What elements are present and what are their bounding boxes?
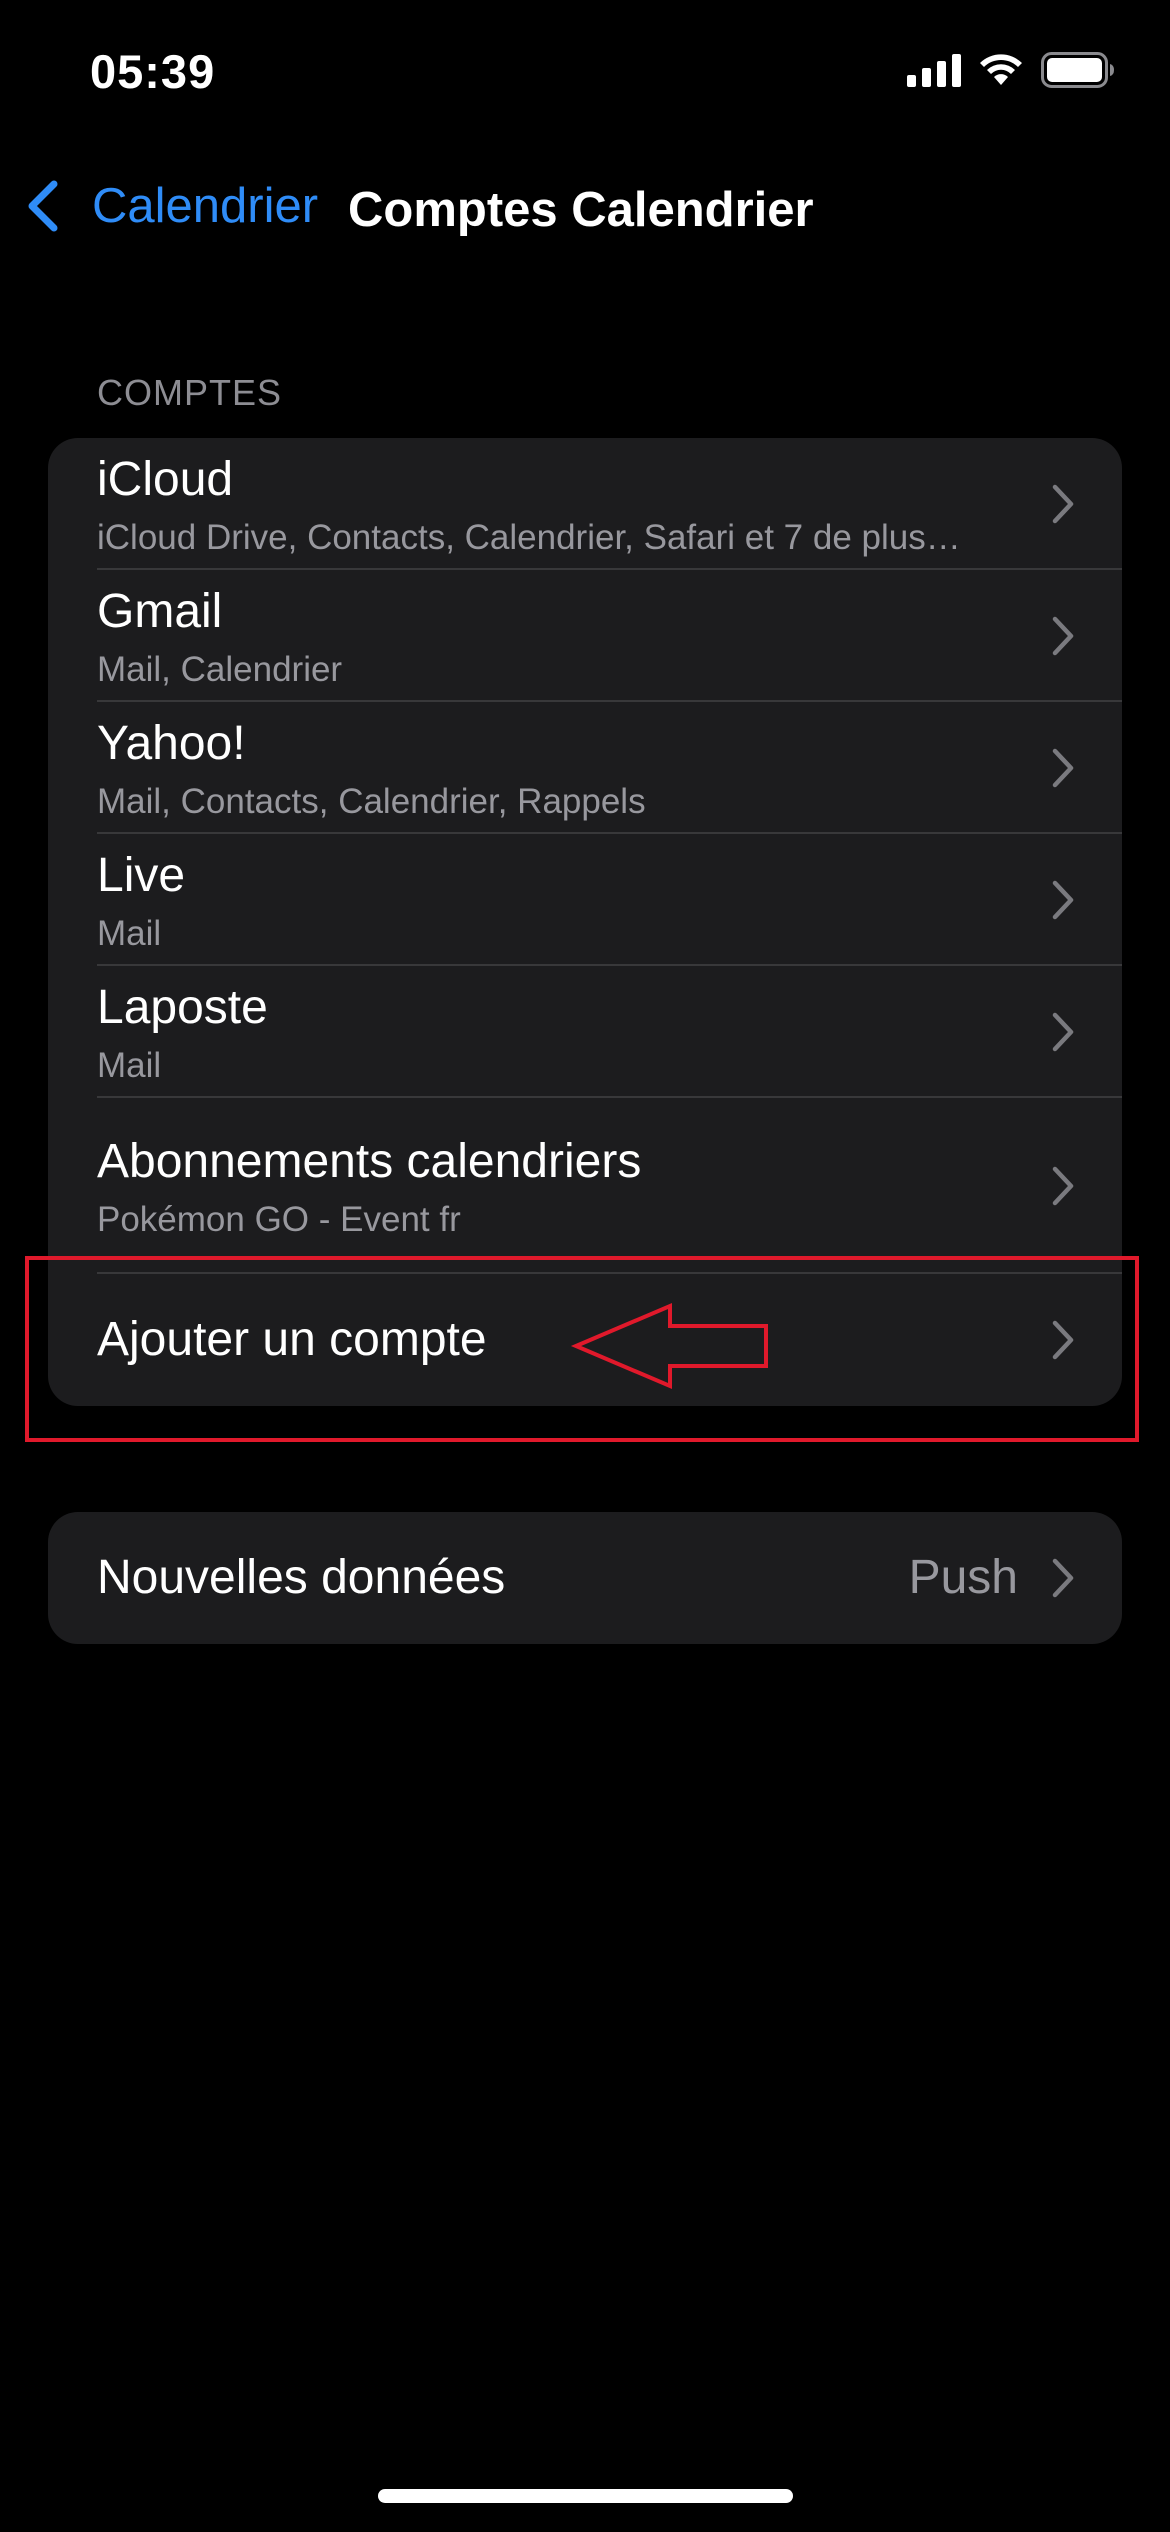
chevron-right-icon — [1052, 748, 1074, 788]
back-button[interactable]: Calendrier — [22, 178, 318, 234]
battery-icon — [1041, 52, 1114, 88]
account-row-live[interactable]: Live Mail — [48, 834, 1122, 966]
chevron-left-icon — [28, 180, 58, 232]
chevron-right-icon — [1052, 880, 1074, 920]
fetch-new-data-row[interactable]: Nouvelles données Push — [48, 1512, 1122, 1644]
section-header-accounts: COMPTES — [97, 372, 283, 413]
account-row-laposte[interactable]: Laposte Mail — [48, 966, 1122, 1098]
wifi-icon — [980, 54, 1022, 85]
chevron-right-icon — [1052, 1166, 1074, 1206]
chevron-right-icon — [1052, 1558, 1074, 1598]
chevron-right-icon — [1052, 616, 1074, 656]
account-services: Mail, Calendrier — [97, 650, 343, 689]
account-title: Yahoo! — [97, 717, 246, 770]
account-title: Live — [97, 849, 186, 902]
chevron-right-icon — [1052, 484, 1074, 524]
account-title: Gmail — [97, 585, 223, 638]
back-label: Calendrier — [92, 179, 319, 233]
home-indicator[interactable] — [378, 2489, 793, 2503]
status-bar: 05:39 — [0, 0, 1170, 150]
account-services: Mail — [97, 1046, 162, 1085]
account-row-icloud[interactable]: iCloud iCloud Drive, Contacts, Calendrie… — [48, 438, 1122, 570]
status-icons — [907, 52, 1115, 88]
account-row-gmail[interactable]: Gmail Mail, Calendrier — [48, 570, 1122, 702]
account-title: Abonnements calendriers — [97, 1135, 642, 1188]
account-row-subscriptions[interactable]: Abonnements calendriers Pokémon GO - Eve… — [48, 1098, 1122, 1274]
account-services: Mail — [97, 914, 162, 953]
fetch-settings-group: Nouvelles données Push — [48, 1512, 1122, 1644]
navigation-bar: Calendrier Comptes Calendrier — [0, 160, 1170, 250]
account-row-yahoo[interactable]: Yahoo! Mail, Contacts, Calendrier, Rappe… — [48, 702, 1122, 834]
account-title: iCloud — [97, 453, 234, 506]
status-time: 05:39 — [90, 45, 216, 98]
fetch-new-data-label: Nouvelles données — [97, 1551, 506, 1604]
fetch-new-data-value: Push — [908, 1551, 1018, 1604]
arrow-left-icon — [570, 1302, 768, 1390]
signal-icon — [907, 53, 961, 87]
chevron-right-icon — [1052, 1012, 1074, 1052]
account-services: Pokémon GO - Event fr — [97, 1200, 461, 1239]
account-title: Laposte — [97, 981, 268, 1034]
account-services: iCloud Drive, Contacts, Calendrier, Safa… — [97, 518, 961, 557]
account-services: Mail, Contacts, Calendrier, Rappels — [97, 782, 646, 821]
page-title: Comptes Calendrier — [348, 183, 814, 237]
